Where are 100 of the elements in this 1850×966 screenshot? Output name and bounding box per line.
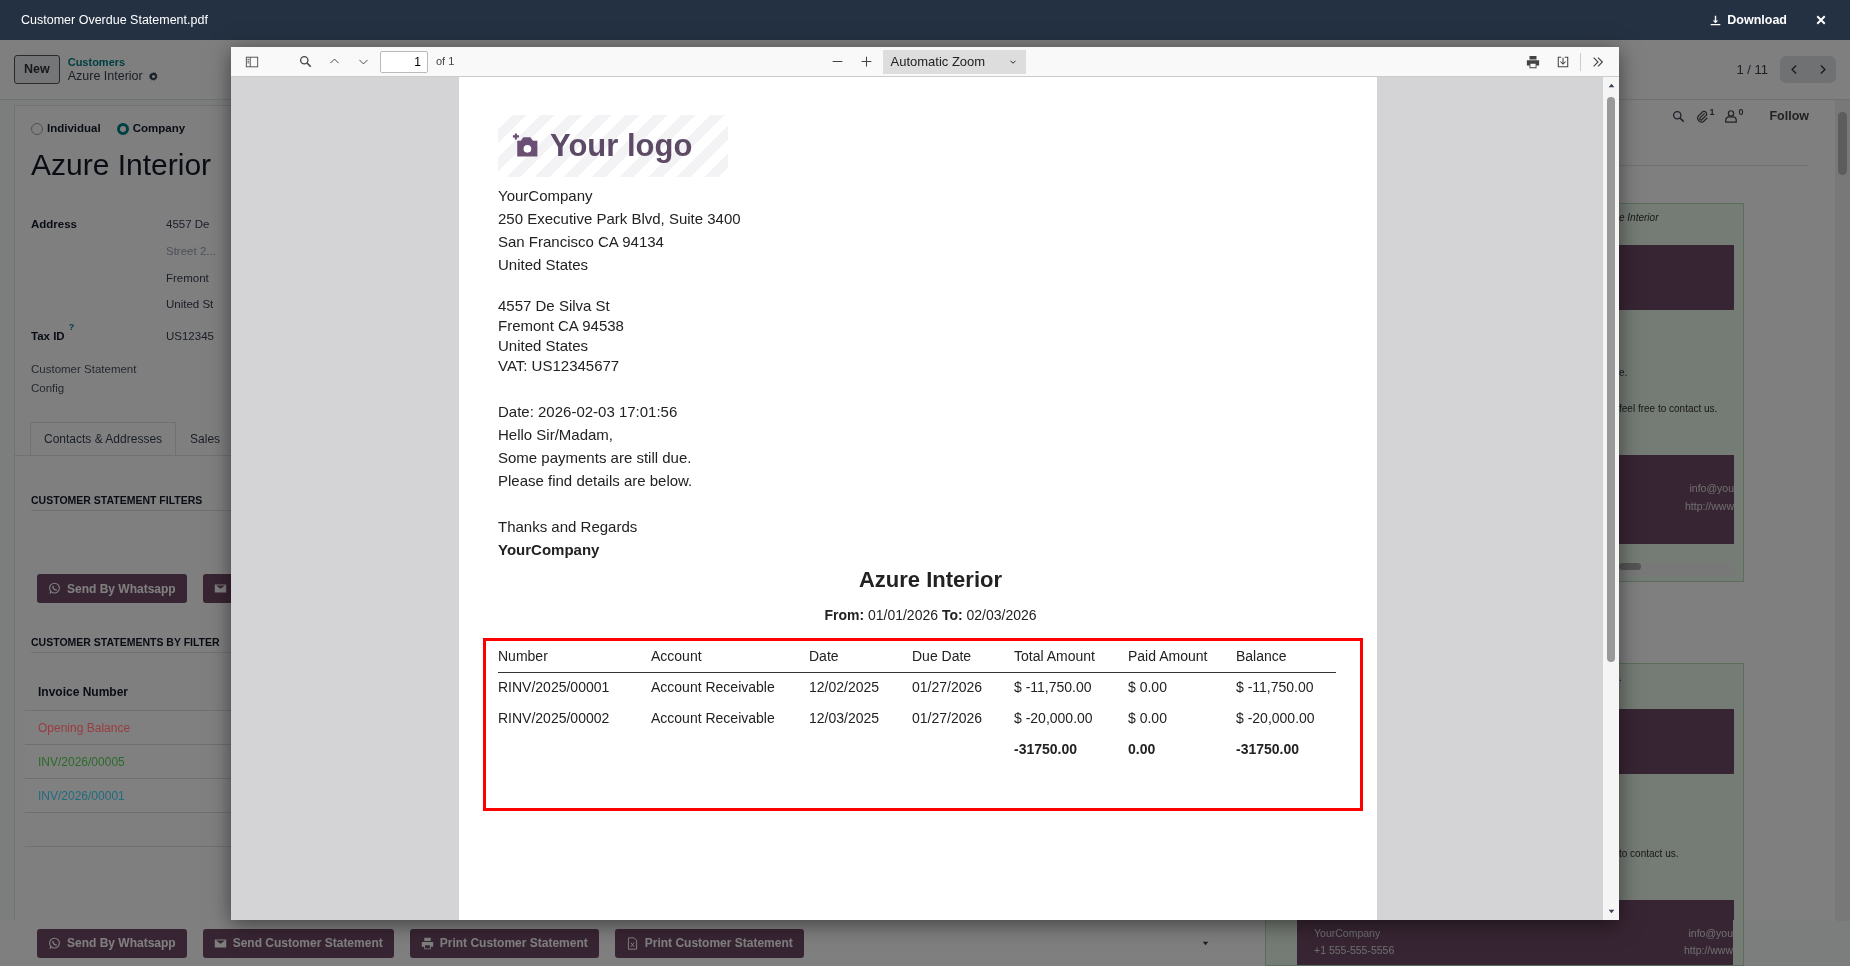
download-button[interactable]: Download xyxy=(1708,8,1789,32)
previous-button[interactable] xyxy=(1780,56,1808,83)
document-text: 4557 De Silva St xyxy=(498,296,611,316)
followers-button[interactable]: 0 xyxy=(1724,109,1744,123)
column-header: Total Amount xyxy=(1014,641,1128,672)
document-text: United States xyxy=(498,255,590,275)
column-header: Paid Amount xyxy=(1128,641,1236,672)
total-cell: 0.00 xyxy=(1128,734,1236,765)
help-icon[interactable]: ? xyxy=(68,319,75,332)
footer-text: +1 555-555-5556 xyxy=(1314,943,1395,958)
table-cell: Account Receivable xyxy=(651,672,809,703)
footer-text: YourCompany xyxy=(1314,926,1382,941)
column-header: Account xyxy=(651,641,809,672)
email-button[interactable] xyxy=(202,574,231,604)
field-value: United St xyxy=(166,297,215,313)
new-button[interactable]: New xyxy=(14,55,60,84)
search-icon[interactable] xyxy=(1672,109,1686,123)
table-cell-text: $ -20,000.00 xyxy=(1236,709,1316,728)
camera-icon xyxy=(512,132,540,160)
column-header: Number xyxy=(498,641,651,672)
message-text: e. xyxy=(1619,366,1629,380)
section-heading: CUSTOMER STATEMENT FILTERS xyxy=(31,492,231,512)
table-cell: $ 0.00 xyxy=(1128,703,1236,734)
scrollbar[interactable] xyxy=(1835,100,1850,921)
document-text: Please find details are below. xyxy=(498,471,694,491)
download-icon xyxy=(1556,54,1570,69)
column-header: Balance xyxy=(1236,641,1336,672)
page-number-field[interactable]: 1 xyxy=(380,50,428,73)
table-cell: $ -20,000.00 xyxy=(1014,703,1128,734)
document-text: San Francisco CA 94134 xyxy=(498,232,665,252)
document-text: Date: 2026-02-03 17:01:56 xyxy=(498,402,679,422)
field-value: Fremont xyxy=(166,270,210,286)
pager-value: 1 / 11 xyxy=(1736,60,1768,79)
chat-bubble-icon xyxy=(48,582,61,596)
chat-bubble-icon xyxy=(48,936,61,950)
action-button[interactable]: Send Customer Statement xyxy=(202,928,394,958)
footer-text: info@you xyxy=(1688,481,1734,496)
scrollbar[interactable] xyxy=(1603,77,1619,920)
breadcrumb-link[interactable]: Customers xyxy=(67,55,159,69)
document-text: YourCompany xyxy=(498,186,594,206)
table-cell: 01/27/2026 xyxy=(912,672,1014,703)
table-cell: 12/02/2025 xyxy=(809,672,912,703)
footer-text: http://www xyxy=(1684,943,1733,958)
next-button[interactable] xyxy=(1808,56,1836,83)
footer-text: http://www xyxy=(1684,499,1734,514)
action-button[interactable]: Send By Whatsapp xyxy=(37,928,187,958)
download-icon xyxy=(1710,14,1722,26)
total-cell: -31750.00 xyxy=(1014,734,1128,765)
field-value: US12345 xyxy=(166,330,214,343)
search-icon xyxy=(299,55,312,68)
field-value: 4557 De xyxy=(166,217,211,233)
document-text: Hello Sir/Madam, xyxy=(498,425,615,445)
table-cell: $ -11,750.00 xyxy=(1236,672,1336,703)
spreadsheet-file-icon xyxy=(625,936,639,950)
follow-button[interactable]: Follow xyxy=(1769,106,1809,126)
radio-option[interactable]: Company xyxy=(116,120,186,138)
paperclip-icon xyxy=(1695,109,1710,123)
table-cell: $ -11,750.00 xyxy=(1014,672,1128,703)
dialog-title: Customer Overdue Statement.pdf xyxy=(21,11,208,29)
field-label: Customer Statement Config xyxy=(31,362,138,397)
message-text: e Interior xyxy=(1619,211,1660,225)
plus-icon xyxy=(859,55,873,68)
action-button[interactable]: Print Customer Statement xyxy=(409,928,599,958)
table-cell: 12/03/2025 xyxy=(809,703,912,734)
column-header: Due Date xyxy=(912,641,1014,672)
document-title: Azure Interior xyxy=(858,566,1003,594)
zoom-select[interactable]: Automatic Zoom xyxy=(882,49,1026,74)
table-cell: RINV/2025/00002 xyxy=(498,703,651,734)
table-cell: RINV/2025/00001 xyxy=(498,672,651,703)
envelope-icon xyxy=(213,936,227,950)
form-tab[interactable]: Contacts & Addresses xyxy=(30,422,177,456)
table-cell-text: Account Receivable xyxy=(651,709,776,728)
message-text: to contact us. xyxy=(1619,847,1680,861)
document-text: Some payments are still due. xyxy=(498,448,693,468)
column-header: Date xyxy=(809,641,912,672)
date-range-text: From: 01/01/2026 To: 02/03/2026 xyxy=(823,606,1038,625)
record-title: Azure Interior xyxy=(31,147,213,184)
scroll-down-icon xyxy=(1606,907,1616,916)
document-text: Thanks and Regards xyxy=(498,517,639,537)
sidebar-icon xyxy=(245,54,259,69)
document-text: YourCompany xyxy=(498,540,601,560)
printer-icon xyxy=(420,936,434,950)
message-text: feel free to contact us. xyxy=(1619,402,1719,416)
action-button[interactable]: Send By Whatsapp xyxy=(37,574,187,604)
radio-option[interactable]: Individual xyxy=(31,120,101,138)
settings-icon[interactable] xyxy=(147,70,159,82)
page-count: of 1 xyxy=(436,54,455,70)
attachments-button[interactable]: 1 xyxy=(1695,109,1715,123)
form-tab[interactable]: Sales xyxy=(176,422,231,456)
document-text: VAT: US12345677 xyxy=(498,356,621,376)
logo-text: Your logo xyxy=(550,126,693,165)
section-heading: CUSTOMER STATEMENTS BY FILTER xyxy=(31,634,231,654)
printer-icon xyxy=(1526,54,1540,69)
action-button[interactable]: Print Customer Statement xyxy=(614,928,804,958)
scroll-up-icon xyxy=(1606,81,1616,90)
footer-text: info@you xyxy=(1687,926,1733,941)
message-text: . xyxy=(1619,671,1623,685)
document-text: United States xyxy=(498,336,590,356)
double-chevron-icon xyxy=(1591,54,1605,69)
total-cell-text: -31750.00 xyxy=(1236,740,1301,759)
